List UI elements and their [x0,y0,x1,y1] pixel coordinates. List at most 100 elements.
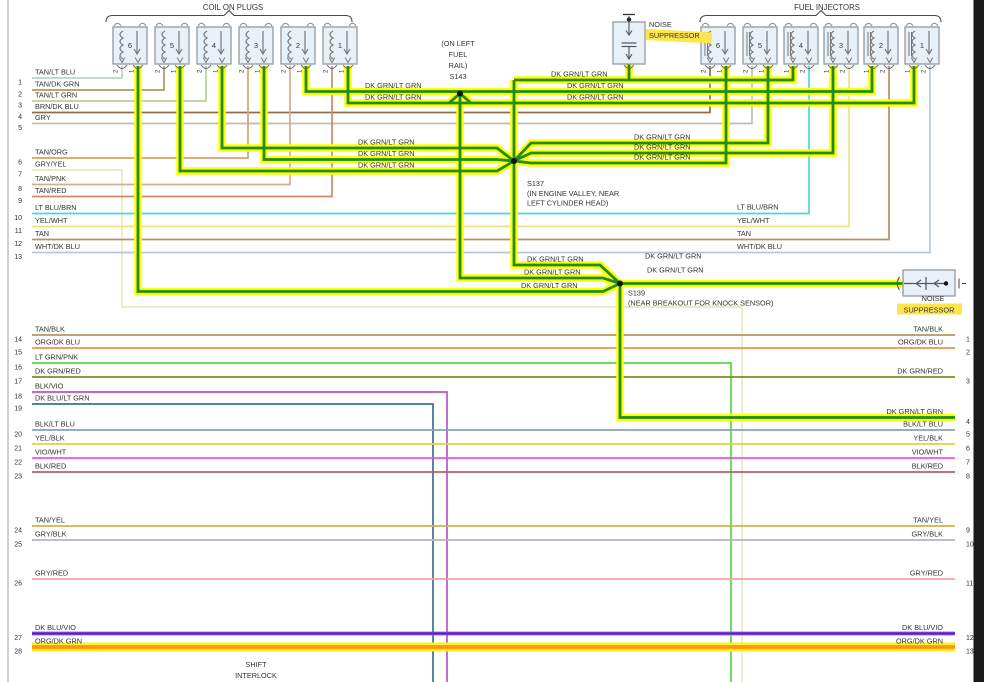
wire-color-label: BLK/LT BLU [35,420,75,429]
injector-group-bracket [699,9,942,23]
coil-number: 3 [254,41,258,50]
wire-color-label: GRY/BLK [35,530,67,539]
wire-color-label: LT GRN/PNK [35,353,78,362]
left-pin-number-2: 2 [18,92,22,99]
noise-suppressor-top-label: NOISE [649,20,672,29]
connector-hook-icon [348,22,357,27]
wire-color-label: YEL/WHT [35,216,68,225]
right-pin-number-8: 8 [966,474,970,481]
wire-color-label: WHT/DK BLU [737,242,782,251]
pin-number: 2 [801,69,807,73]
wire-color-label: ORG/DK BLU [35,338,80,347]
right-pin-number-1: 1 [966,337,970,344]
injector-number: 5 [758,41,762,50]
connector-hook-icon [743,22,752,27]
connector-hook-icon [281,22,290,27]
right-pin-number-13: 13 [966,649,974,656]
pin-number: 2 [841,69,847,73]
coil-group-bracket [105,9,353,23]
left-pin-number-9: 9 [18,198,22,205]
left-pin-number-21: 21 [14,446,22,453]
wire-color-label: GRY/BLK [912,530,944,539]
wire-color-label: BLK/VIO [35,382,64,391]
wire-color-label: GRY/RED [910,569,943,578]
pin-number: 2 [922,69,928,73]
left-pin-number-11: 11 [15,228,22,235]
pin-number: 2 [240,69,246,73]
left-pin-number-5: 5 [18,125,22,132]
injector-number: 2 [879,41,883,50]
connector-hook-icon [930,22,939,27]
left-pin-number-6: 6 [18,160,22,167]
left-pin-number-28: 28 [14,649,22,656]
wire-color-label: GRY [35,113,51,122]
right-pin-number-2: 2 [966,350,970,357]
left-pin-number-3: 3 [18,103,22,110]
connector-hook-icon [197,22,206,27]
right-pin-number-4: 4 [966,419,970,426]
bus-color-label: DK GRN/LT GRN [567,93,624,102]
left-pin-number-20: 20 [14,432,22,439]
wire-color-label: TAN/YEL [35,516,65,525]
splice-label-s143: S143 [449,72,466,81]
wire-color-label: GRY/YEL [35,160,67,169]
injector-number: 6 [716,41,720,50]
wire-color-label: TAN/YEL [913,516,943,525]
right-pin-number-3: 3 [966,379,970,386]
bus-color-label: DK GRN/LT GRN [524,268,581,277]
right-pin-number-7: 7 [966,460,970,467]
coil-number: 6 [128,41,132,50]
connector-hook-icon [849,22,858,27]
wire-color-label: YEL/BLK [913,434,943,443]
right-pin-number-11: 11 [966,581,973,588]
bus-color-label: DK GRN/LT GRN [551,70,608,79]
coil-number: 5 [170,41,174,50]
left-pin-number-22: 22 [14,460,22,467]
coil-number: 2 [296,41,300,50]
splice-label-s139: S139 [628,289,645,298]
wire-color-label: TAN/RED [35,186,67,195]
wire-color-label: TAN/LT BLU [35,68,75,77]
wire-color-label: DK BLU/LT GRN [35,394,89,403]
wire-color-label: DK BLU/VIO [35,623,76,632]
connector-hook-icon [701,22,710,27]
coil-number: 1 [338,41,342,50]
wire-color-label: ORG/DK BLU [898,338,943,347]
connector-hook-icon [768,22,777,27]
wire-color-label: ORG/DK GRN [896,637,943,646]
left-pin-number-23: 23 [14,474,22,481]
junction-dot-icon [943,281,949,286]
wire-blk-vio [32,391,448,682]
left-pin-number-15: 15 [14,350,22,357]
injector-number: 4 [799,41,803,50]
right-pin-number-6: 6 [966,446,970,453]
wire-color-label: BLK/RED [35,462,66,471]
injector-number: 3 [839,41,843,50]
bus-color-label: DK GRN/LT GRN [365,93,422,102]
pin-number: 2 [702,69,708,73]
bus-color-label: DK GRN/LT GRN [647,266,704,275]
wire-color-label: TAN [35,229,49,238]
connector-hook-icon [889,22,898,27]
connector-hook-icon [864,22,873,27]
noise-suppressor-right-label: NOISE [922,294,945,303]
connector-hook-icon [824,22,833,27]
bus-color-label: DK GRN/LT GRN [358,161,415,170]
connector-hook-icon [155,22,164,27]
left-pin-number-1: 1 [18,80,22,87]
connector-hook-icon [809,22,818,27]
wire-color-label: TAN/LT GRN [35,91,77,100]
splice-label-s143: FUEL [449,50,468,59]
splice-label-s137: (IN ENGINE VALLEY, NEAR [527,189,619,198]
left-pin-number-10: 10 [14,215,22,222]
pin-number: 2 [156,69,162,73]
wire-color-label: BRN/DK BLU [35,102,79,111]
connector-hook-icon [222,22,231,27]
connector-hook-icon [323,22,332,27]
wire-color-label: GRY/RED [35,569,68,578]
wiring-diagram-canvas: 62 152 142 132 122 112 162 152 141 231 221 211 2COIL… [7,0,984,682]
wire-color-label: WHT/DK BLU [35,242,80,251]
splice-dot-s137 [511,158,517,164]
wire-color-label: DK BLU/VIO [902,623,943,632]
bus-color-label: DK GRN/LT GRN [527,255,584,264]
